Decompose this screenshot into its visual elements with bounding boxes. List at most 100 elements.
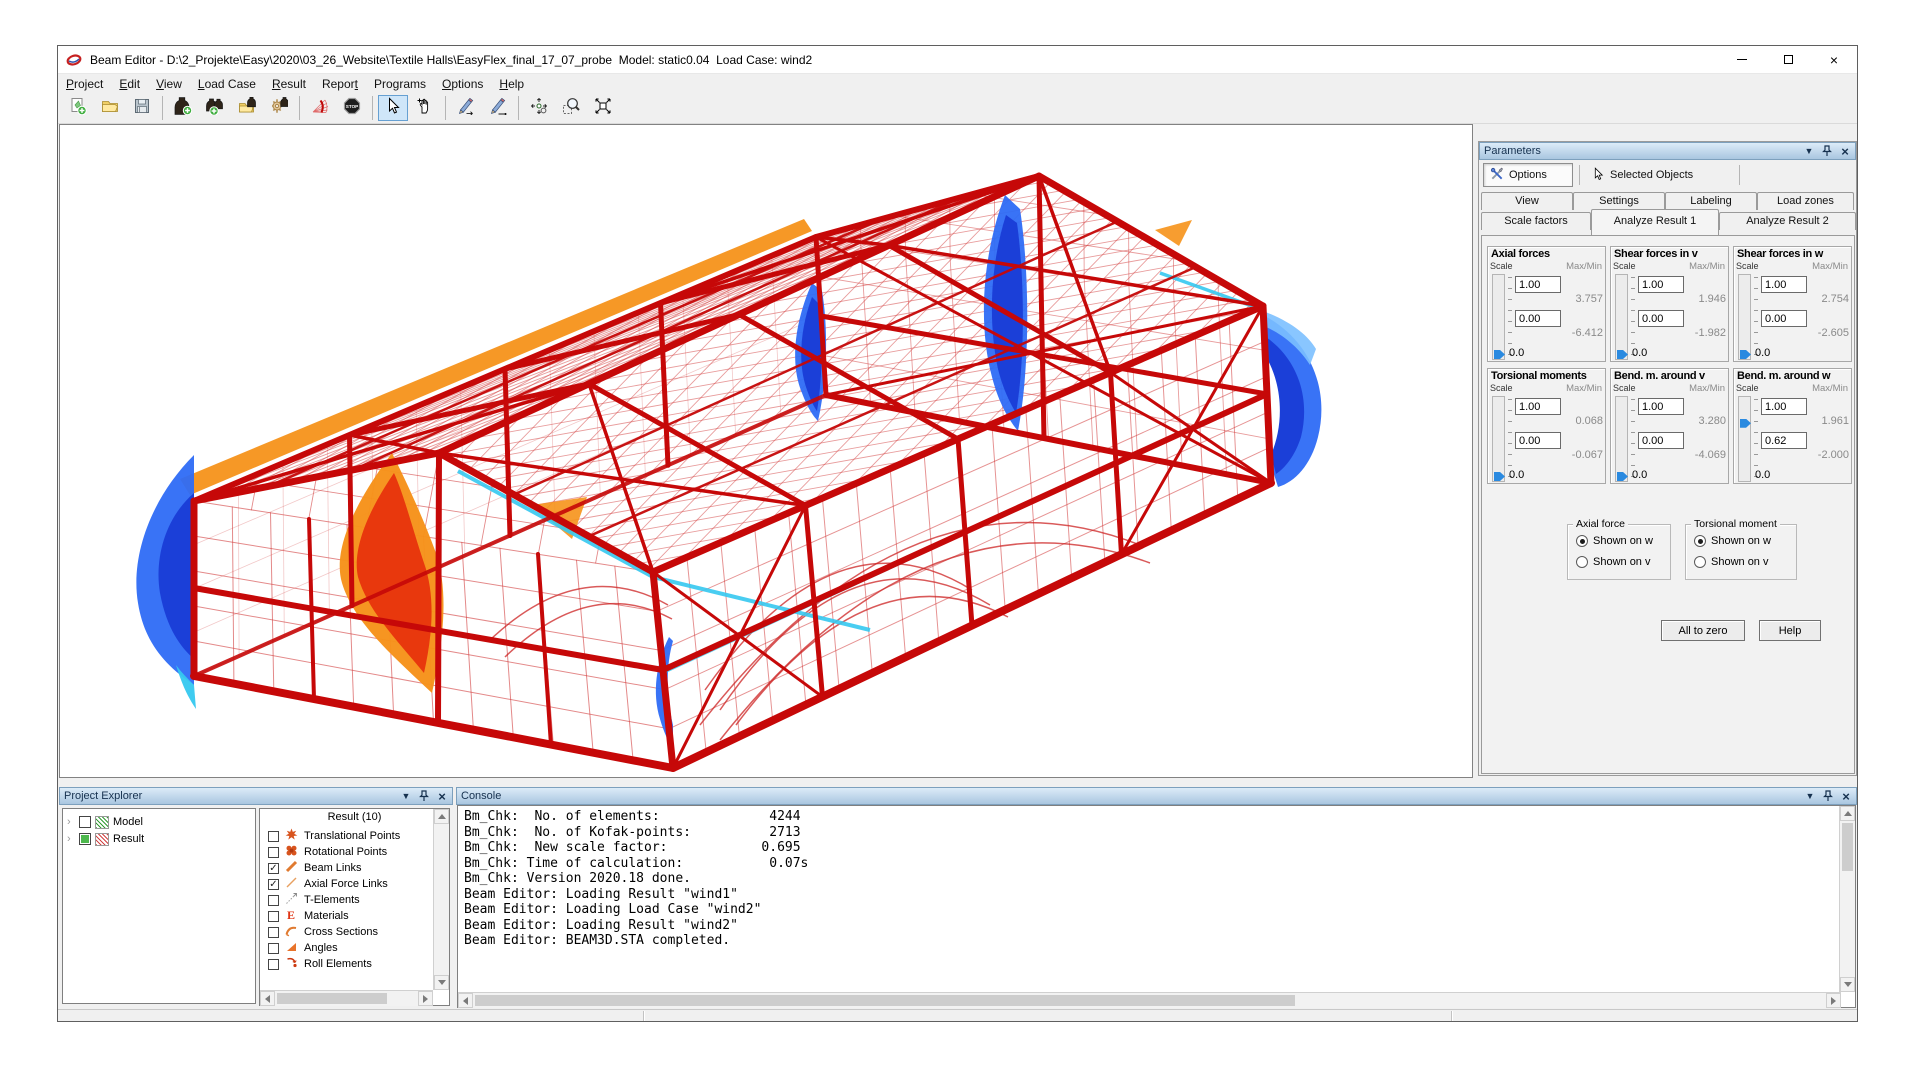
checkbox[interactable] xyxy=(268,943,279,954)
scroll-up-icon[interactable] xyxy=(1840,806,1855,821)
menu-item-result[interactable]: Result xyxy=(264,75,314,93)
close-button[interactable]: × xyxy=(1811,46,1857,73)
parameters-header[interactable]: Parameters ▼ × xyxy=(1479,142,1856,160)
checklist-vscrollbar[interactable] xyxy=(433,809,449,990)
result-item-beam-links[interactable]: ✓ Beam Links xyxy=(268,860,361,876)
project-explorer-header[interactable]: Project Explorer ▼ × xyxy=(59,787,453,805)
result-item-materials[interactable]: E Materials xyxy=(268,908,349,924)
scroll-right-icon[interactable] xyxy=(1826,993,1841,1008)
menu-item-project[interactable]: Project xyxy=(58,75,111,93)
menu-item-report[interactable]: Report xyxy=(314,75,366,93)
offset-value-input[interactable] xyxy=(1761,432,1807,449)
slider-thumb[interactable] xyxy=(1740,419,1751,428)
scale-slider[interactable] xyxy=(1615,274,1628,360)
scale-slider[interactable] xyxy=(1492,396,1505,482)
scroll-left-icon[interactable] xyxy=(458,993,473,1008)
draw-link-tool-button[interactable] xyxy=(483,95,513,121)
radio-shown-on-w[interactable]: Shown on w xyxy=(1576,535,1653,547)
radio-shown-on-w[interactable]: Shown on w xyxy=(1694,535,1771,547)
help-button[interactable]: Help xyxy=(1759,620,1821,641)
scroll-up-icon[interactable] xyxy=(434,809,449,824)
slider-thumb[interactable] xyxy=(1617,472,1628,481)
tab-settings[interactable]: Settings xyxy=(1573,192,1665,210)
scale-value-input[interactable] xyxy=(1515,276,1561,293)
checklist-hscrollbar[interactable] xyxy=(260,990,433,1006)
scroll-right-icon[interactable] xyxy=(418,991,433,1006)
scale-value-input[interactable] xyxy=(1761,398,1807,415)
add-load-case-button[interactable] xyxy=(168,95,198,121)
open-model-button[interactable] xyxy=(95,95,125,121)
close-icon[interactable]: × xyxy=(436,790,448,802)
checkbox[interactable]: ✓ xyxy=(268,863,279,874)
checkbox[interactable] xyxy=(268,959,279,970)
scrollbar-thumb[interactable] xyxy=(1842,823,1853,871)
result-item-rotational-points[interactable]: Rotational Points xyxy=(268,844,387,860)
checkbox[interactable] xyxy=(268,927,279,938)
offset-value-input[interactable] xyxy=(1761,310,1807,327)
slider-thumb[interactable] xyxy=(1617,350,1628,359)
scroll-left-icon[interactable] xyxy=(260,991,275,1006)
open-load-case-button[interactable] xyxy=(232,95,262,121)
menu-item-load-case[interactable]: Load Case xyxy=(190,75,264,93)
radio-shown-on-v[interactable]: Shown on v xyxy=(1576,556,1650,568)
radio-icon[interactable] xyxy=(1694,535,1706,547)
viewport-3d[interactable] xyxy=(59,124,1473,778)
show-results-button[interactable] xyxy=(305,95,335,121)
tab-load-zones[interactable]: Load zones xyxy=(1757,192,1854,210)
console-hscrollbar[interactable] xyxy=(458,992,1841,1008)
scroll-down-icon[interactable] xyxy=(1840,977,1855,992)
zoom-fit-tool-button[interactable] xyxy=(588,95,618,121)
scale-value-input[interactable] xyxy=(1761,276,1807,293)
pin-icon[interactable] xyxy=(1821,145,1833,157)
console-vscrollbar[interactable] xyxy=(1839,806,1855,992)
offset-value-input[interactable] xyxy=(1638,310,1684,327)
scale-value-input[interactable] xyxy=(1515,398,1561,415)
scrollbar-thumb[interactable] xyxy=(277,993,387,1004)
scale-value-input[interactable] xyxy=(1638,276,1684,293)
close-icon[interactable]: × xyxy=(1840,790,1852,802)
menu-item-edit[interactable]: Edit xyxy=(111,75,148,93)
offset-value-input[interactable] xyxy=(1515,310,1561,327)
checkbox[interactable] xyxy=(268,831,279,842)
result-item-cross-sections[interactable]: Cross Sections xyxy=(268,924,378,940)
chevron-down-icon[interactable]: ▼ xyxy=(1803,145,1815,157)
select-tool-button[interactable] xyxy=(378,95,408,121)
add-load-cases-button[interactable] xyxy=(200,95,230,121)
scrollbar-thumb[interactable] xyxy=(475,995,1295,1006)
close-icon[interactable]: × xyxy=(1839,145,1851,157)
scroll-down-icon[interactable] xyxy=(434,975,449,990)
checkbox[interactable] xyxy=(268,911,279,922)
result-item-angles[interactable]: Angles xyxy=(268,940,338,956)
result-item-translational-points[interactable]: Translational Points xyxy=(268,828,400,844)
all-to-zero-button[interactable]: All to zero xyxy=(1661,620,1745,641)
console-header[interactable]: Console ▼ × xyxy=(456,787,1857,805)
maximize-button[interactable] xyxy=(1765,46,1811,73)
pan-tool-button[interactable] xyxy=(410,95,440,121)
menu-item-view[interactable]: View xyxy=(148,75,190,93)
menu-item-help[interactable]: Help xyxy=(491,75,532,93)
checkbox[interactable] xyxy=(268,847,279,858)
draw-beam-tool-button[interactable] xyxy=(451,95,481,121)
menu-item-programs[interactable]: Programs xyxy=(366,75,434,93)
orbit-tool-button[interactable] xyxy=(524,95,554,121)
scale-slider[interactable] xyxy=(1738,396,1751,482)
tree-item-result[interactable]: › Result xyxy=(67,831,144,847)
tab-view[interactable]: View xyxy=(1481,192,1573,210)
radio-shown-on-v[interactable]: Shown on v xyxy=(1694,556,1768,568)
pin-icon[interactable] xyxy=(418,790,430,802)
checkbox[interactable]: ✓ xyxy=(268,879,279,890)
radio-icon[interactable] xyxy=(1576,556,1588,568)
new-model-button[interactable] xyxy=(63,95,93,121)
save-model-button[interactable] xyxy=(127,95,157,121)
checkbox[interactable] xyxy=(268,895,279,906)
expander-icon[interactable]: › xyxy=(67,833,75,845)
load-case-settings-button[interactable] xyxy=(264,95,294,121)
tab-analyze-result-1[interactable]: Analyze Result 1 xyxy=(1591,209,1719,235)
slider-thumb[interactable] xyxy=(1494,472,1505,481)
tree-item-model[interactable]: › Model xyxy=(67,814,143,830)
result-item-roll-elements[interactable]: Roll Elements xyxy=(268,956,372,972)
tab-options[interactable]: Options xyxy=(1483,163,1573,187)
menu-item-options[interactable]: Options xyxy=(434,75,491,93)
radio-icon[interactable] xyxy=(1694,556,1706,568)
zoom-window-tool-button[interactable] xyxy=(556,95,586,121)
